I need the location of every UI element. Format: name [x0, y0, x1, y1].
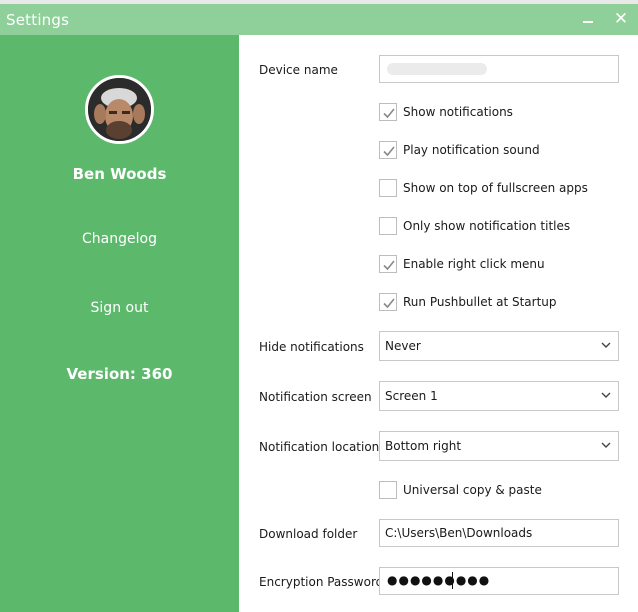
device-name-input[interactable] — [379, 55, 619, 83]
hide-notifications-select[interactable]: Never — [379, 331, 619, 361]
checkbox-box[interactable] — [379, 103, 397, 121]
encryption-password-label: Encryption Password — [259, 575, 384, 589]
checkbox-label: Show notifications — [403, 105, 513, 119]
checkbox-label: Run Pushbullet at Startup — [403, 295, 557, 309]
notification-screen-select[interactable]: Screen 1 — [379, 381, 619, 411]
download-folder-label: Download folder — [259, 527, 358, 541]
checkmark-icon — [383, 108, 395, 119]
hide-notifications-label: Hide notifications — [259, 340, 364, 354]
checkmark-icon — [383, 260, 395, 271]
minimize-icon[interactable] — [576, 7, 600, 31]
user-name: Ben Woods — [72, 165, 167, 183]
title-bar: Settings ✕ — [0, 4, 638, 35]
checkmark-icon — [383, 146, 395, 157]
checkbox-label: Enable right click menu — [403, 257, 545, 271]
version-label: Version: 360 — [66, 365, 173, 383]
sign-out-link[interactable]: Sign out — [0, 300, 239, 316]
chevron-down-icon — [601, 392, 611, 398]
notification-screen-label: Notification screen — [259, 390, 372, 404]
checkmark-icon — [383, 298, 395, 309]
device-name-label: Device name — [259, 63, 338, 77]
chevron-down-icon — [601, 342, 611, 348]
text-caret — [452, 572, 453, 589]
close-icon[interactable]: ✕ — [609, 7, 633, 31]
download-folder-value: C:\Users\Ben\Downloads — [385, 526, 533, 540]
encryption-password-input[interactable]: ●●●●●●●●● — [379, 567, 619, 595]
checkbox-label: Play notification sound — [403, 143, 540, 157]
sidebar: Ben Woods Changelog Sign out Version: 36… — [0, 35, 239, 612]
window-title: Settings — [6, 11, 70, 29]
checkbox-label: Universal copy & paste — [403, 483, 542, 497]
notification-location-label: Notification location — [259, 440, 380, 454]
avatar — [85, 75, 154, 144]
checkbox-box[interactable] — [379, 179, 397, 197]
password-dots: ●●●●●●●●● — [387, 573, 491, 587]
selected-value: Never — [385, 339, 421, 353]
checkbox-box[interactable] — [379, 217, 397, 235]
changelog-link[interactable]: Changelog — [0, 231, 239, 247]
checkbox-label: Only show notification titles — [403, 219, 571, 233]
checkbox-label: Show on top of fullscreen apps — [403, 181, 588, 195]
redacted-device-name — [387, 63, 487, 75]
checkbox-box[interactable] — [379, 293, 397, 311]
selected-value: Bottom right — [385, 439, 462, 453]
download-folder-input[interactable]: C:\Users\Ben\Downloads — [379, 519, 619, 547]
checkbox-box[interactable] — [379, 481, 397, 499]
checkbox-box[interactable] — [379, 141, 397, 159]
checkbox-box[interactable] — [379, 255, 397, 273]
chevron-down-icon — [601, 442, 611, 448]
notification-location-select[interactable]: Bottom right — [379, 431, 619, 461]
selected-value: Screen 1 — [385, 389, 438, 403]
